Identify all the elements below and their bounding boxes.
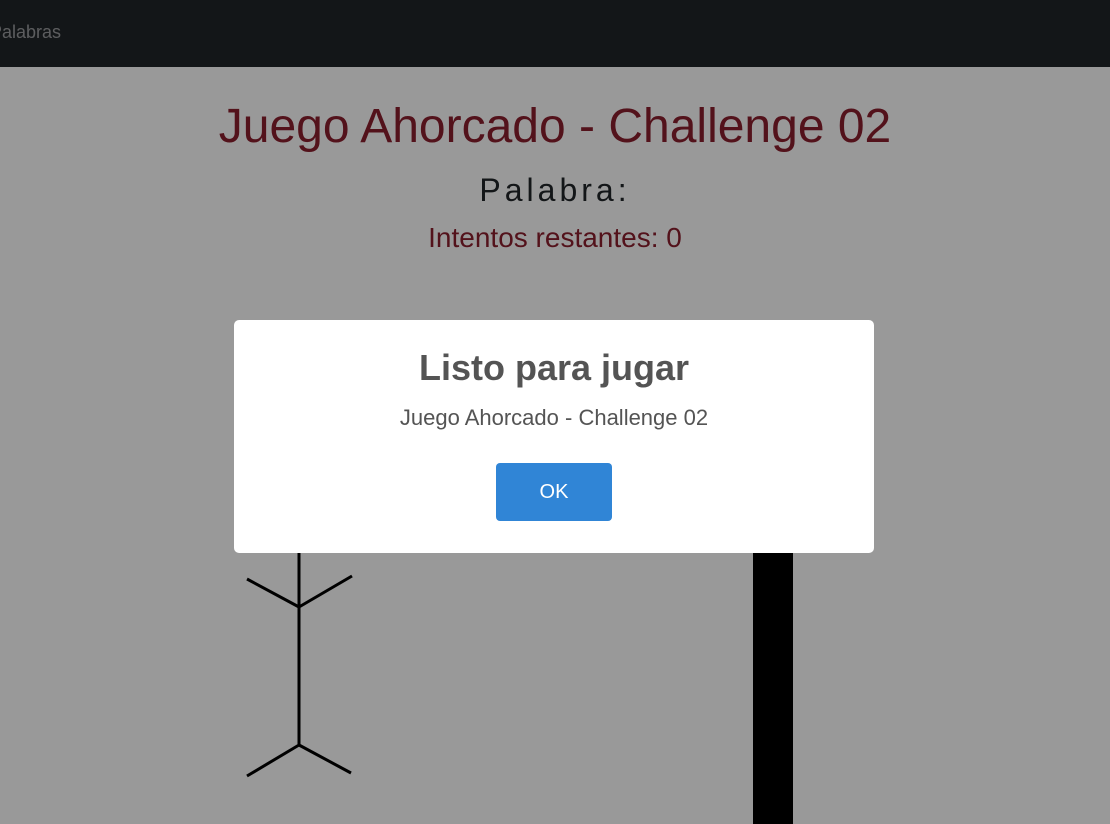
ok-button[interactable]: OK (496, 463, 612, 521)
dialog-text: Juego Ahorcado - Challenge 02 (399, 405, 709, 430)
ready-dialog: Listo para jugar Juego Ahorcado - Challe… (234, 320, 874, 553)
dialog-title: Listo para jugar (418, 347, 690, 388)
